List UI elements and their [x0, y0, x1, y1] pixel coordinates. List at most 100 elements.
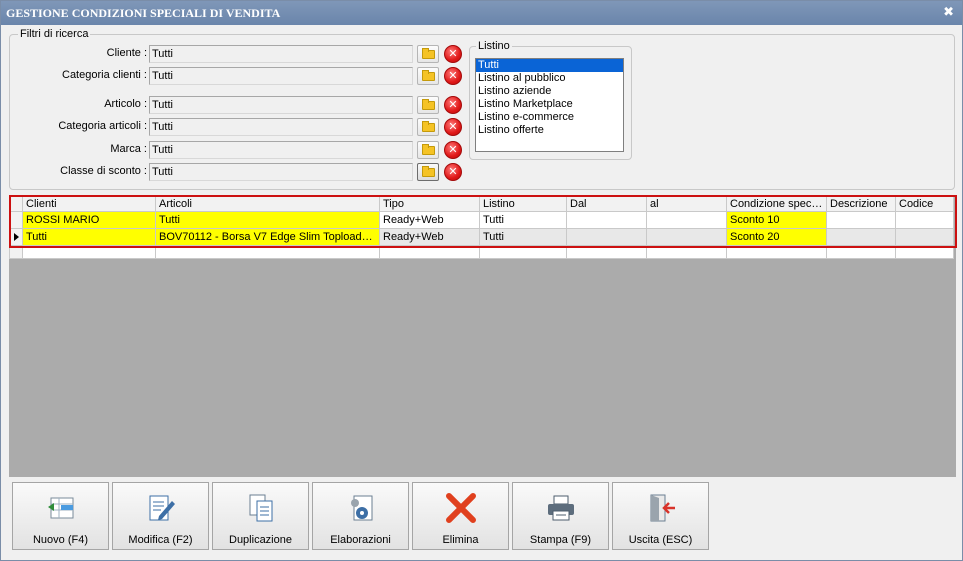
- column-header[interactable]: Clienti: [22, 195, 156, 212]
- grid-header-row: Clienti Articoli Tipo Listino Dal al Con…: [9, 195, 954, 212]
- categoria-clienti-browse-button[interactable]: [417, 67, 439, 85]
- articolo-browse-button[interactable]: [417, 96, 439, 114]
- listino-option[interactable]: Listino offerte: [476, 124, 623, 137]
- cell-condizione[interactable]: Sconto 20: [726, 228, 827, 246]
- folder-icon: [422, 99, 435, 110]
- cell-dal[interactable]: [566, 228, 647, 246]
- cell-empty[interactable]: [646, 245, 727, 259]
- close-icon[interactable]: ✖: [943, 1, 954, 25]
- cell-al[interactable]: [646, 228, 727, 246]
- window-title: GESTIONE CONDIZIONI SPECIALI DI VENDITA: [6, 6, 281, 20]
- classe-sconto-browse-button[interactable]: [417, 163, 439, 181]
- classe-sconto-clear-button[interactable]: ✕: [444, 163, 462, 181]
- cell-descrizione[interactable]: [826, 228, 896, 246]
- marca-label-wrap: Marca :: [1, 141, 147, 159]
- marca-browse-button[interactable]: [417, 141, 439, 159]
- cell-codice[interactable]: [895, 211, 954, 229]
- duplicazione-button[interactable]: Duplicazione: [212, 482, 309, 550]
- categoria-articoli-clear-button[interactable]: ✕: [444, 118, 462, 136]
- clear-icon: ✕: [448, 143, 458, 156]
- results-grid[interactable]: Clienti Articoli Tipo Listino Dal al Con…: [9, 195, 956, 477]
- stampa-label: Stampa (F9): [529, 534, 592, 546]
- articolo-clear-button[interactable]: ✕: [444, 96, 462, 114]
- column-header[interactable]: al: [646, 195, 727, 212]
- row-indicator[interactable]: [9, 245, 23, 259]
- elaborazioni-button[interactable]: Elaborazioni: [312, 482, 409, 550]
- cell-condizione[interactable]: Sconto 10: [726, 211, 827, 229]
- categoria-clienti-field[interactable]: Tutti: [149, 67, 413, 85]
- articolo-field[interactable]: Tutti: [149, 96, 413, 114]
- classe-sconto-field[interactable]: Tutti: [149, 163, 413, 181]
- stampa-button[interactable]: Stampa (F9): [512, 482, 609, 550]
- nuovo-label: Nuovo (F4): [32, 534, 89, 546]
- table-row[interactable]: ROSSI MARIO Tutti Ready+Web Tutti Sconto…: [9, 211, 954, 229]
- cell-clienti[interactable]: Tutti: [22, 228, 156, 246]
- modifica-label: Modifica (F2): [128, 534, 193, 546]
- cell-tipo[interactable]: Ready+Web: [379, 228, 480, 246]
- cell-articoli[interactable]: Tutti: [155, 211, 380, 229]
- folder-icon: [422, 144, 435, 155]
- cliente-browse-button[interactable]: [417, 45, 439, 63]
- table-row[interactable]: Tutti BOV70112 - Borsa V7 Edge Slim Topl…: [9, 228, 954, 246]
- cliente-field[interactable]: Tutti: [149, 45, 413, 63]
- cell-tipo[interactable]: Ready+Web: [379, 211, 480, 229]
- listino-listbox[interactable]: Tutti Listino al pubblico Listino aziend…: [475, 58, 624, 152]
- cell-al[interactable]: [646, 211, 727, 229]
- cell-clienti[interactable]: ROSSI MARIO: [22, 211, 156, 229]
- cell-empty[interactable]: [155, 245, 380, 259]
- uscita-button[interactable]: Uscita (ESC): [612, 482, 709, 550]
- folder-icon: [422, 166, 435, 177]
- column-header[interactable]: Articoli: [155, 195, 380, 212]
- nuovo-button[interactable]: Nuovo (F4): [12, 482, 109, 550]
- categoria-clienti-label: Categoria clienti :: [62, 69, 147, 81]
- cell-empty[interactable]: [379, 245, 480, 259]
- categoria-articoli-label-wrap: Categoria articoli :: [1, 118, 147, 136]
- row-indicator[interactable]: [9, 228, 23, 246]
- cell-listino[interactable]: Tutti: [479, 211, 567, 229]
- modifica-button[interactable]: Modifica (F2): [112, 482, 209, 550]
- clear-icon: ✕: [448, 120, 458, 133]
- column-header[interactable]: Descrizione: [826, 195, 896, 212]
- listino-option[interactable]: Listino aziende: [476, 85, 623, 98]
- marca-clear-button[interactable]: ✕: [444, 141, 462, 159]
- articolo-label: Articolo :: [104, 98, 147, 110]
- row-indicator-header: [9, 195, 23, 212]
- cell-empty[interactable]: [479, 245, 567, 259]
- categoria-articoli-browse-button[interactable]: [417, 118, 439, 136]
- column-header[interactable]: Tipo: [379, 195, 480, 212]
- categoria-articoli-field[interactable]: Tutti: [149, 118, 413, 136]
- listino-option[interactable]: Listino al pubblico: [476, 72, 623, 85]
- cliente-clear-button[interactable]: ✕: [444, 45, 462, 63]
- column-header[interactable]: Codice: [895, 195, 954, 212]
- listino-option[interactable]: Tutti: [476, 59, 623, 72]
- search-filters-label: Filtri di ricerca: [18, 28, 91, 40]
- row-indicator[interactable]: [9, 211, 23, 229]
- elaborazioni-label: Elaborazioni: [330, 534, 391, 546]
- clear-icon: ✕: [448, 69, 458, 82]
- cell-listino[interactable]: Tutti: [479, 228, 567, 246]
- folder-icon: [422, 121, 435, 132]
- elimina-button[interactable]: Elimina: [412, 482, 509, 550]
- cell-empty[interactable]: [826, 245, 896, 259]
- new-row[interactable]: [9, 245, 954, 259]
- add-row-icon: [48, 497, 74, 519]
- column-header[interactable]: Condizione speciale: [726, 195, 827, 212]
- column-header[interactable]: Dal: [566, 195, 647, 212]
- classe-sconto-label: Classe di sconto :: [60, 165, 147, 177]
- cell-dal[interactable]: [566, 211, 647, 229]
- classe-sconto-label-wrap: Classe di sconto :: [1, 163, 147, 181]
- cell-articoli[interactable]: BOV70112 - Borsa V7 Edge Slim Toploader …: [155, 228, 380, 246]
- cell-empty[interactable]: [566, 245, 647, 259]
- marca-label: Marca :: [110, 143, 147, 155]
- cell-empty[interactable]: [895, 245, 954, 259]
- listino-option[interactable]: Listino Marketplace: [476, 98, 623, 111]
- categoria-clienti-clear-button[interactable]: ✕: [444, 67, 462, 85]
- results-table: Clienti Articoli Tipo Listino Dal al Con…: [9, 195, 954, 259]
- marca-field[interactable]: Tutti: [149, 141, 413, 159]
- listino-option[interactable]: Listino e-commerce: [476, 111, 623, 124]
- column-header[interactable]: Listino: [479, 195, 567, 212]
- cell-empty[interactable]: [22, 245, 156, 259]
- cell-descrizione[interactable]: [826, 211, 896, 229]
- cell-empty[interactable]: [726, 245, 827, 259]
- cell-codice[interactable]: [895, 228, 954, 246]
